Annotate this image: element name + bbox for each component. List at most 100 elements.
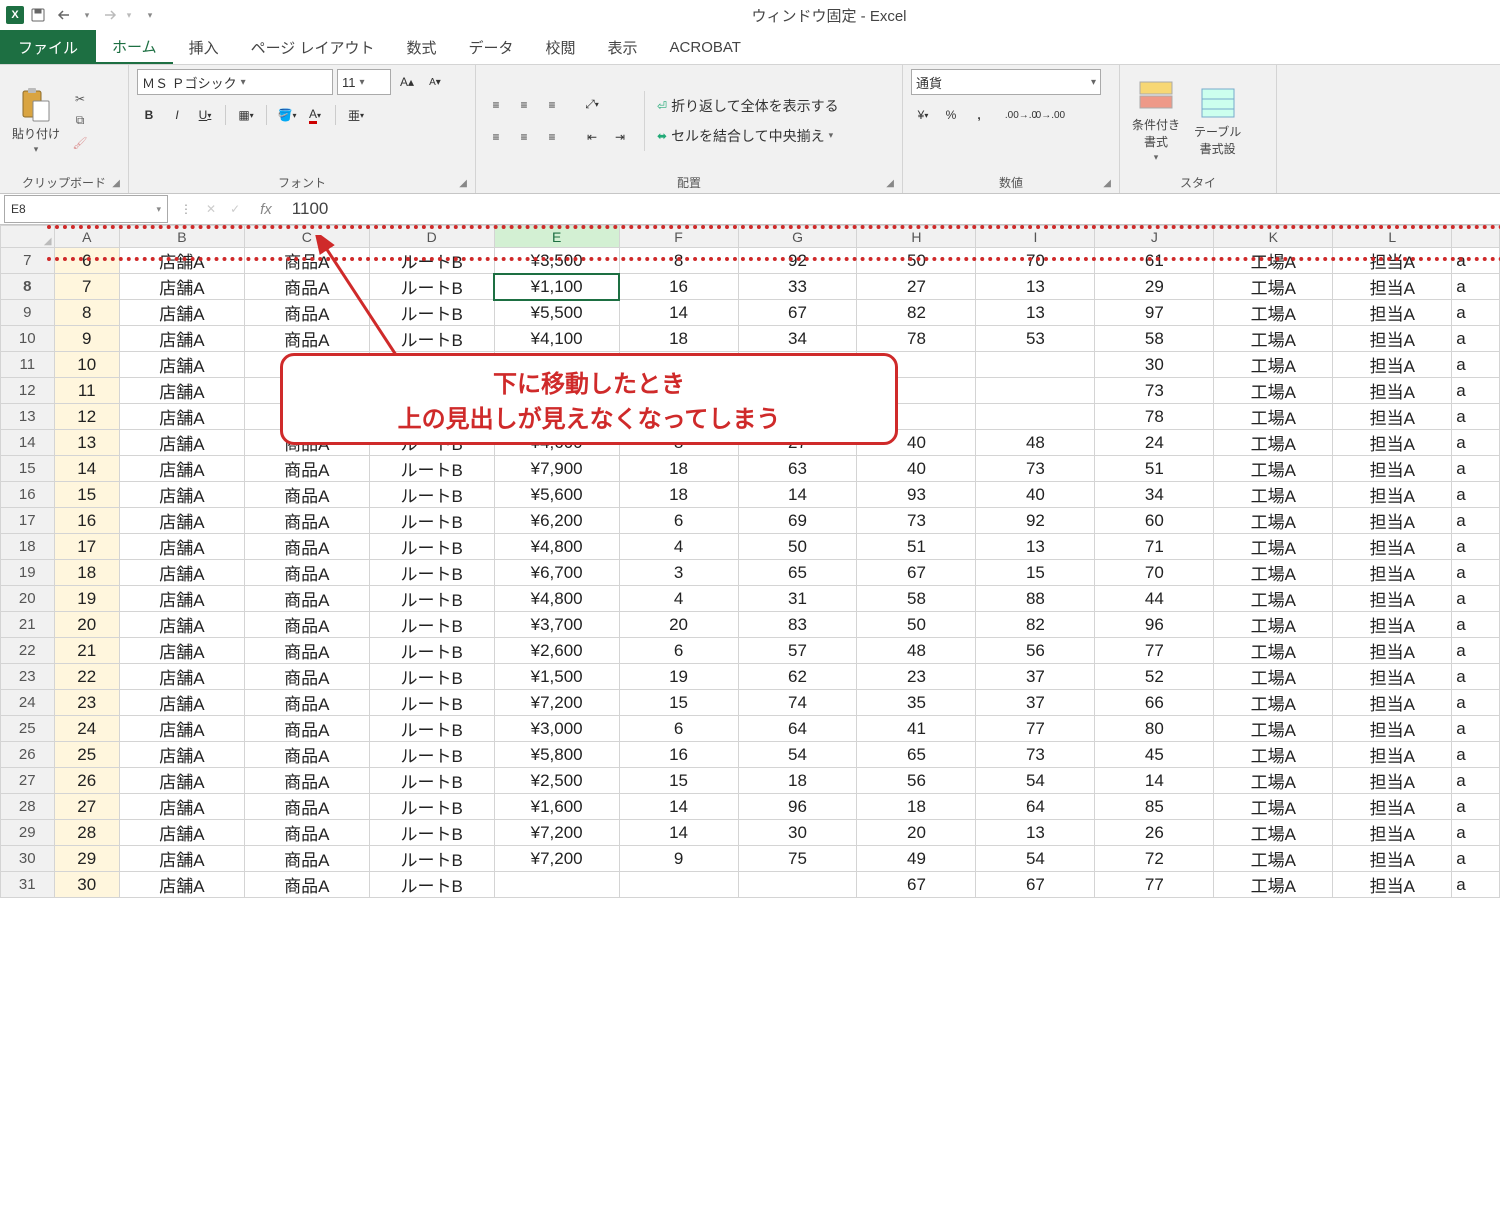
- border-button[interactable]: ▦▾: [234, 103, 258, 127]
- cell[interactable]: 71: [1095, 534, 1214, 560]
- cell[interactable]: 19: [54, 586, 119, 612]
- cell[interactable]: 92: [738, 248, 857, 274]
- cell[interactable]: 54: [738, 742, 857, 768]
- cell[interactable]: a: [1452, 742, 1500, 768]
- cell[interactable]: 工場A: [1214, 248, 1333, 274]
- cell[interactable]: 72: [1095, 846, 1214, 872]
- cell[interactable]: 67: [738, 300, 857, 326]
- qat-undo-dropdown[interactable]: ▾: [82, 3, 92, 27]
- cell[interactable]: 工場A: [1214, 508, 1333, 534]
- cell[interactable]: a: [1452, 638, 1500, 664]
- cell[interactable]: 51: [857, 534, 976, 560]
- cell[interactable]: 14: [619, 300, 738, 326]
- font-color-button[interactable]: A▾: [303, 103, 327, 127]
- alignment-dialog-launcher[interactable]: ◢: [886, 178, 894, 189]
- column-header-G[interactable]: G: [738, 226, 857, 248]
- cell[interactable]: 66: [1095, 690, 1214, 716]
- wrap-text-button[interactable]: ⏎ 折り返して全体を表示する: [657, 96, 839, 116]
- row-header[interactable]: 26: [1, 742, 55, 768]
- copy-button[interactable]: ⧉: [70, 111, 90, 131]
- cell[interactable]: 29: [54, 846, 119, 872]
- cell[interactable]: 6: [54, 248, 119, 274]
- cell[interactable]: ¥7,200: [494, 846, 619, 872]
- tab-acrobat[interactable]: ACROBAT: [654, 30, 757, 64]
- cell[interactable]: 31: [738, 586, 857, 612]
- cell[interactable]: 40: [976, 482, 1095, 508]
- cell[interactable]: 店舗A: [119, 664, 244, 690]
- cell[interactable]: 67: [976, 872, 1095, 898]
- cell[interactable]: ルートB: [369, 300, 494, 326]
- cell[interactable]: 60: [1095, 508, 1214, 534]
- cell[interactable]: 50: [738, 534, 857, 560]
- cell[interactable]: 26: [54, 768, 119, 794]
- row-header[interactable]: 9: [1, 300, 55, 326]
- cell[interactable]: [738, 872, 857, 898]
- cell[interactable]: [857, 378, 976, 404]
- cell[interactable]: ルートB: [369, 430, 494, 456]
- cell[interactable]: 34: [1095, 482, 1214, 508]
- cell[interactable]: 担当A: [1333, 508, 1452, 534]
- align-right-button[interactable]: ≡: [540, 125, 564, 149]
- cell[interactable]: 54: [976, 768, 1095, 794]
- cell[interactable]: a: [1452, 716, 1500, 742]
- cell[interactable]: 工場A: [1214, 300, 1333, 326]
- cell[interactable]: 28: [54, 820, 119, 846]
- cell[interactable]: 15: [619, 690, 738, 716]
- cell[interactable]: 店舗A: [119, 274, 244, 300]
- cell[interactable]: 商品A: [244, 352, 369, 378]
- cell[interactable]: ルートB: [369, 768, 494, 794]
- bold-button[interactable]: B: [137, 103, 161, 127]
- cell[interactable]: 6: [619, 638, 738, 664]
- cell[interactable]: 工場A: [1214, 456, 1333, 482]
- column-header-E[interactable]: E: [494, 226, 619, 248]
- cell[interactable]: 担当A: [1333, 482, 1452, 508]
- cell[interactable]: ¥4,800: [494, 534, 619, 560]
- cell[interactable]: 8: [54, 300, 119, 326]
- cell[interactable]: 店舗A: [119, 612, 244, 638]
- column-header-J[interactable]: J: [1095, 226, 1214, 248]
- qat-customize-dropdown[interactable]: ▾: [138, 3, 162, 27]
- orientation-button[interactable]: ⤢▾: [580, 93, 604, 117]
- accounting-format-button[interactable]: ¥▾: [911, 103, 935, 127]
- cell[interactable]: [857, 404, 976, 430]
- cancel-formula-button[interactable]: ✕: [206, 202, 216, 216]
- cell[interactable]: 商品A: [244, 404, 369, 430]
- cell[interactable]: 工場A: [1214, 664, 1333, 690]
- cell[interactable]: 商品A: [244, 638, 369, 664]
- cell[interactable]: 工場A: [1214, 404, 1333, 430]
- column-header-H[interactable]: H: [857, 226, 976, 248]
- cell[interactable]: 商品A: [244, 872, 369, 898]
- cell[interactable]: a: [1452, 768, 1500, 794]
- cell[interactable]: 担当A: [1333, 560, 1452, 586]
- cell[interactable]: 店舗A: [119, 690, 244, 716]
- cell[interactable]: a: [1452, 300, 1500, 326]
- cell[interactable]: 18: [738, 768, 857, 794]
- cell[interactable]: 15: [619, 768, 738, 794]
- cell[interactable]: a: [1452, 612, 1500, 638]
- cell[interactable]: 33: [738, 274, 857, 300]
- cell[interactable]: a: [1452, 534, 1500, 560]
- cell[interactable]: [738, 404, 857, 430]
- cell[interactable]: ¥5,600: [494, 482, 619, 508]
- cell[interactable]: [619, 352, 738, 378]
- cell[interactable]: 97: [1095, 300, 1214, 326]
- row-header[interactable]: 28: [1, 794, 55, 820]
- cell[interactable]: a: [1452, 404, 1500, 430]
- number-format-combo[interactable]: 通貨▾: [911, 69, 1101, 95]
- row-header[interactable]: 13: [1, 404, 55, 430]
- cell[interactable]: 商品A: [244, 742, 369, 768]
- increase-indent-button[interactable]: ⇥: [608, 125, 632, 149]
- spreadsheet-grid[interactable]: ◢ABCDEFGHIJKL 76店舗A商品AルートB¥3,50089250706…: [0, 225, 1500, 898]
- cell[interactable]: 店舗A: [119, 456, 244, 482]
- cell[interactable]: a: [1452, 820, 1500, 846]
- cell[interactable]: 担当A: [1333, 846, 1452, 872]
- cell[interactable]: 20: [619, 612, 738, 638]
- cell[interactable]: 64: [976, 794, 1095, 820]
- qat-redo-dropdown[interactable]: ▾: [124, 3, 134, 27]
- tab-file[interactable]: ファイル: [0, 30, 96, 64]
- cell[interactable]: ルートB: [369, 820, 494, 846]
- cell[interactable]: ルートB: [369, 586, 494, 612]
- cell[interactable]: 73: [857, 508, 976, 534]
- column-header-[interactable]: [1452, 226, 1500, 248]
- table-format-button[interactable]: テーブル 書式設: [1190, 83, 1245, 159]
